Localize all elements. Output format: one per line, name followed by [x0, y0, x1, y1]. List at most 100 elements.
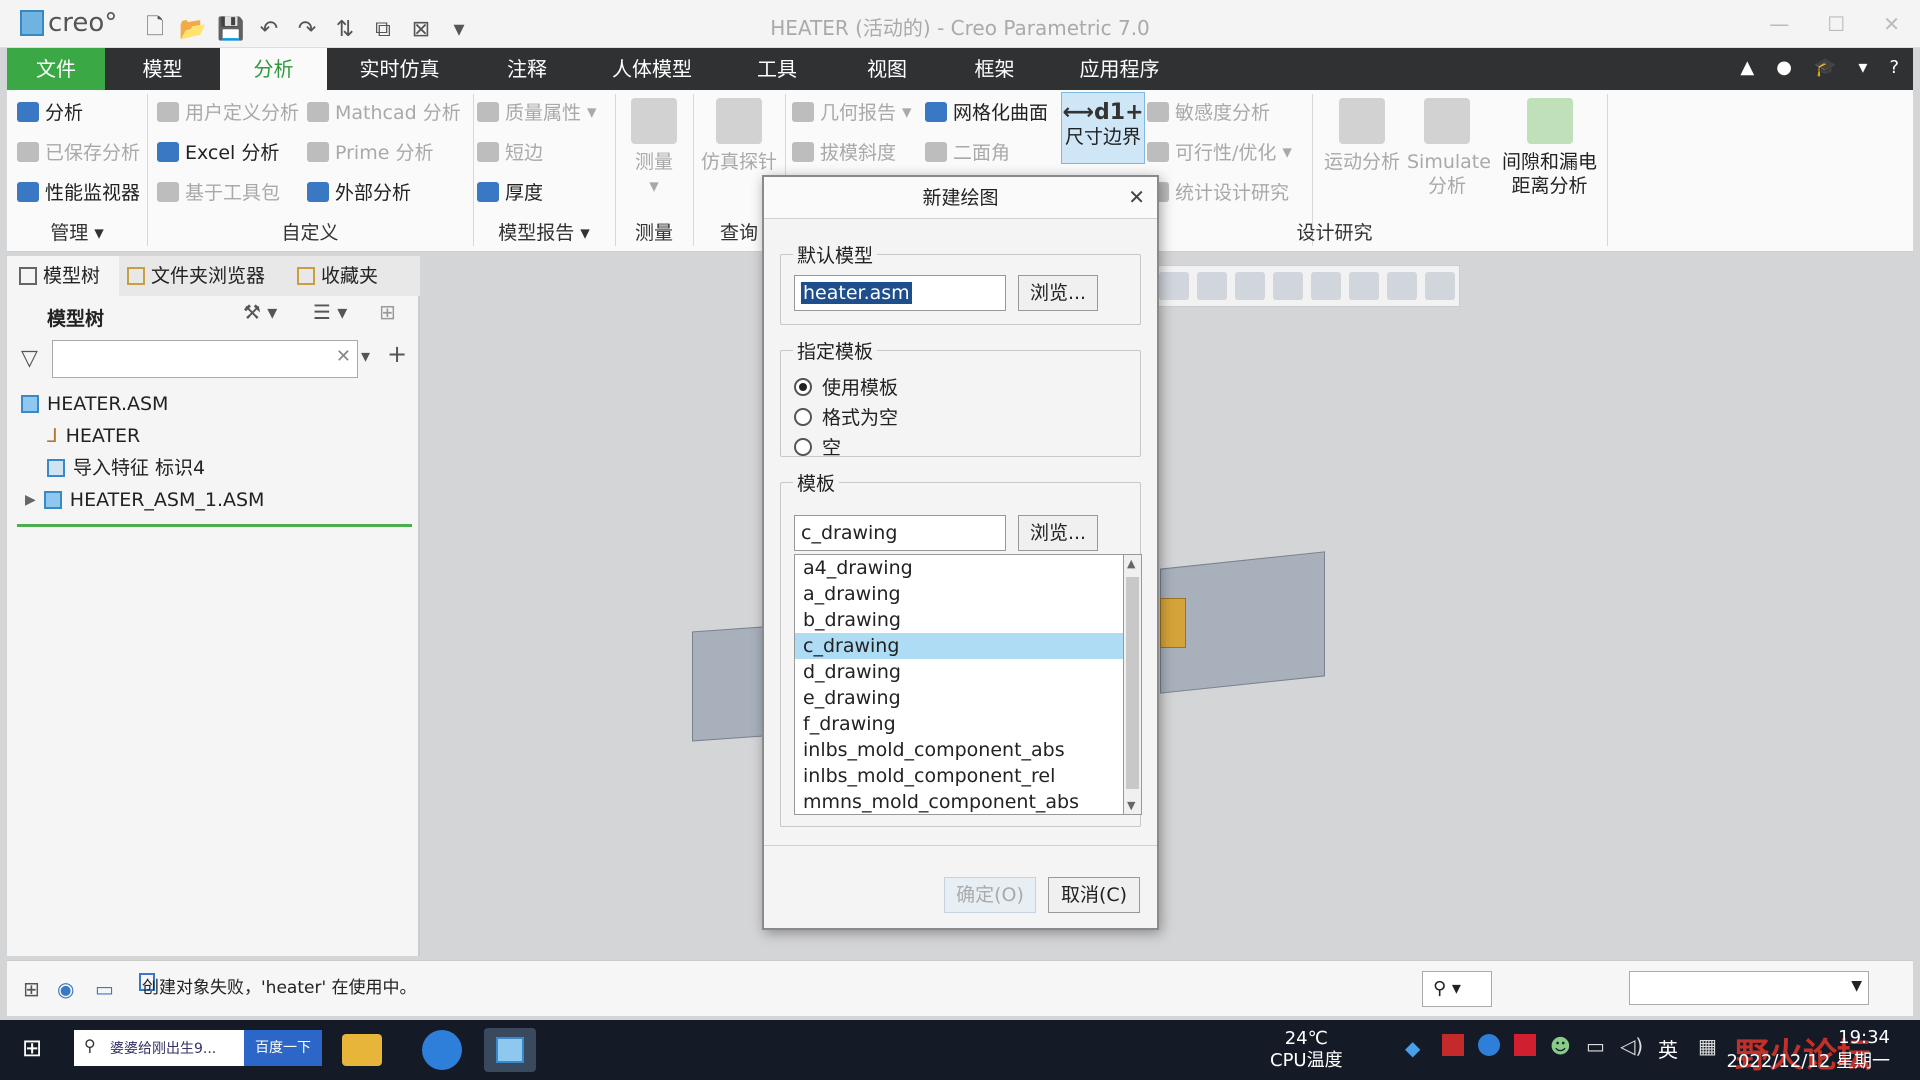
taskbar-search-input[interactable]: ⚲ 婆婆给刚出生9...: [74, 1030, 244, 1066]
cancel-button[interactable]: 取消(C): [1048, 877, 1140, 913]
list-item-selected[interactable]: c_drawing: [795, 633, 1123, 659]
view-manager-icon[interactable]: [1425, 272, 1455, 300]
default-model-input[interactable]: heater.asm: [794, 275, 1006, 311]
tray-wps-icon[interactable]: [1442, 1034, 1464, 1056]
tab-analysis[interactable]: 分析: [220, 48, 327, 90]
find-icon[interactable]: ⚲ ▾: [1422, 971, 1492, 1007]
saved-views-icon[interactable]: [1159, 272, 1189, 300]
cpu-temp-widget[interactable]: 24℃ CPU温度: [1270, 1028, 1343, 1072]
thickness-button[interactable]: 厚度: [477, 178, 543, 205]
list-item[interactable]: a4_drawing: [795, 555, 1123, 581]
tray-user-icon[interactable]: ☻: [1550, 1034, 1571, 1058]
mesh-surface-button[interactable]: 网格化曲面: [925, 98, 1048, 125]
add-icon[interactable]: +: [387, 340, 407, 368]
group-model-report[interactable]: 模型报告 ▾: [473, 218, 615, 245]
motion-analysis-button[interactable]: 运动分析: [1322, 98, 1402, 174]
performance-monitor-button[interactable]: 性能监视器: [17, 178, 140, 205]
user-defined-analysis-button[interactable]: 用户定义分析: [157, 98, 299, 125]
tree-settings-icon[interactable]: ⚒ ▾: [243, 300, 277, 324]
saved-analysis-button[interactable]: 已保存分析: [17, 138, 140, 165]
feasibility-button[interactable]: 可行性/优化 ▾: [1147, 138, 1292, 165]
maximize-button[interactable]: ☐: [1827, 12, 1845, 36]
tab-live-simulation[interactable]: 实时仿真: [327, 48, 472, 90]
list-item[interactable]: d_drawing: [795, 659, 1123, 685]
tab-manikin[interactable]: 人体模型: [582, 48, 722, 90]
appearance-icon[interactable]: [1349, 272, 1379, 300]
tray-app-icon[interactable]: ◆: [1405, 1036, 1420, 1060]
annotation-display-icon[interactable]: [1311, 272, 1341, 300]
template-list[interactable]: a4_drawing a_drawing b_drawing c_drawing…: [794, 554, 1124, 815]
tab-favorites[interactable]: 收藏夹: [297, 256, 407, 296]
external-analysis-button[interactable]: 外部分析: [307, 178, 411, 205]
statistical-design-button[interactable]: 统计设计研究: [1147, 178, 1289, 205]
tray-amd-icon[interactable]: [1514, 1034, 1536, 1056]
tab-model[interactable]: 模型: [105, 48, 220, 90]
search-help-icon[interactable]: ●: [1776, 57, 1792, 78]
geometry-report-button[interactable]: 几何报告 ▾: [792, 98, 912, 125]
tab-view[interactable]: 视图: [832, 48, 942, 90]
list-item[interactable]: f_drawing: [795, 711, 1123, 737]
tree-item-import-feature[interactable]: 导入特征 标识4: [21, 452, 264, 484]
expand-arrow-icon[interactable]: ▶: [25, 484, 36, 516]
close-button[interactable]: ✕: [1883, 12, 1900, 36]
browser-icon[interactable]: ◉: [57, 977, 74, 1001]
toolkit-based-button[interactable]: 基于工具包: [157, 178, 280, 205]
list-item[interactable]: b_drawing: [795, 607, 1123, 633]
radio-empty-with-format[interactable]: 格式为空: [794, 403, 898, 430]
windows-start-icon[interactable]: ⊞: [22, 1034, 42, 1062]
tab-applications[interactable]: 应用程序: [1047, 48, 1192, 90]
full-screen-icon[interactable]: ▭: [95, 977, 114, 1001]
scroll-up-icon[interactable]: ▲: [1127, 557, 1135, 570]
radio-use-template[interactable]: 使用模板: [794, 373, 898, 400]
keyboard-icon[interactable]: ▦: [1698, 1034, 1717, 1058]
filter-dropdown-icon[interactable]: ▾: [361, 346, 370, 367]
excel-analysis-button[interactable]: Excel 分析: [157, 138, 279, 165]
template-input[interactable]: c_drawing: [794, 515, 1006, 551]
mass-properties-button[interactable]: 质量属性 ▾: [477, 98, 597, 125]
selection-filter-dropdown[interactable]: ▼: [1629, 971, 1869, 1005]
clearance-creepage-button[interactable]: 间隙和漏电 距离分析: [1492, 98, 1607, 198]
volume-icon[interactable]: ◁): [1620, 1034, 1643, 1058]
file-explorer-icon[interactable]: [342, 1034, 382, 1066]
system-clock[interactable]: 19:34 2022/12/12 星期一: [1727, 1026, 1890, 1074]
ok-button[interactable]: 确定(O): [944, 877, 1036, 913]
browse-model-button[interactable]: 浏览...: [1018, 275, 1098, 311]
network-icon[interactable]: ▭: [1586, 1034, 1605, 1058]
filter-icon[interactable]: ▽: [21, 346, 38, 371]
tree-filter-off-icon[interactable]: ⊞: [379, 300, 396, 324]
template-list-scrollbar[interactable]: ▲ ▼: [1124, 554, 1142, 815]
short-edge-button[interactable]: 短边: [477, 138, 543, 165]
tab-folder-browser[interactable]: 文件夹浏览器: [127, 256, 287, 296]
list-item[interactable]: inlbs_mold_component_rel: [795, 763, 1123, 789]
sim-probe-button[interactable]: 仿真探针: [697, 98, 781, 174]
learning-icon[interactable]: 🎓: [1814, 57, 1836, 78]
help-icon[interactable]: ?: [1889, 57, 1899, 78]
tree-search-input[interactable]: ✕: [52, 340, 358, 378]
dihedral-angle-button[interactable]: 二面角: [925, 138, 1010, 165]
dialog-close-icon[interactable]: ✕: [1128, 185, 1145, 209]
tab-model-tree[interactable]: 模型树: [7, 256, 119, 296]
simulate-analysis-button[interactable]: Simulate 分析: [1407, 98, 1491, 198]
datum-display-icon[interactable]: [1235, 272, 1265, 300]
browse-template-button[interactable]: 浏览...: [1018, 515, 1098, 551]
model-heater-element[interactable]: [1160, 598, 1186, 648]
browser-app-icon[interactable]: [422, 1030, 462, 1070]
radio-empty[interactable]: 空: [794, 433, 841, 460]
tree-item-heater-asm[interactable]: HEATER.ASM: [21, 388, 264, 420]
tree-item-heater-asm-1[interactable]: ▶ HEATER_ASM_1.ASM: [21, 484, 264, 516]
tray-browser-icon[interactable]: [1478, 1034, 1500, 1056]
show-navigator-icon[interactable]: ⊞: [23, 977, 40, 1001]
tab-tools[interactable]: 工具: [722, 48, 832, 90]
tree-columns-icon[interactable]: ☰ ▾: [313, 300, 347, 324]
spin-center-icon[interactable]: [1273, 272, 1303, 300]
scroll-down-icon[interactable]: ▼: [1127, 799, 1135, 812]
tab-framework[interactable]: 框架: [942, 48, 1047, 90]
sensitivity-analysis-button[interactable]: 敏感度分析: [1147, 98, 1270, 125]
help-dropdown-icon[interactable]: ▾: [1858, 57, 1867, 78]
draft-button[interactable]: 拔模斜度: [792, 138, 896, 165]
baidu-search-button[interactable]: 百度一下: [244, 1030, 322, 1066]
list-item[interactable]: a_drawing: [795, 581, 1123, 607]
tab-annotate[interactable]: 注释: [472, 48, 582, 90]
scrollbar-thumb[interactable]: [1126, 577, 1139, 789]
tab-file[interactable]: 文件: [7, 48, 105, 90]
